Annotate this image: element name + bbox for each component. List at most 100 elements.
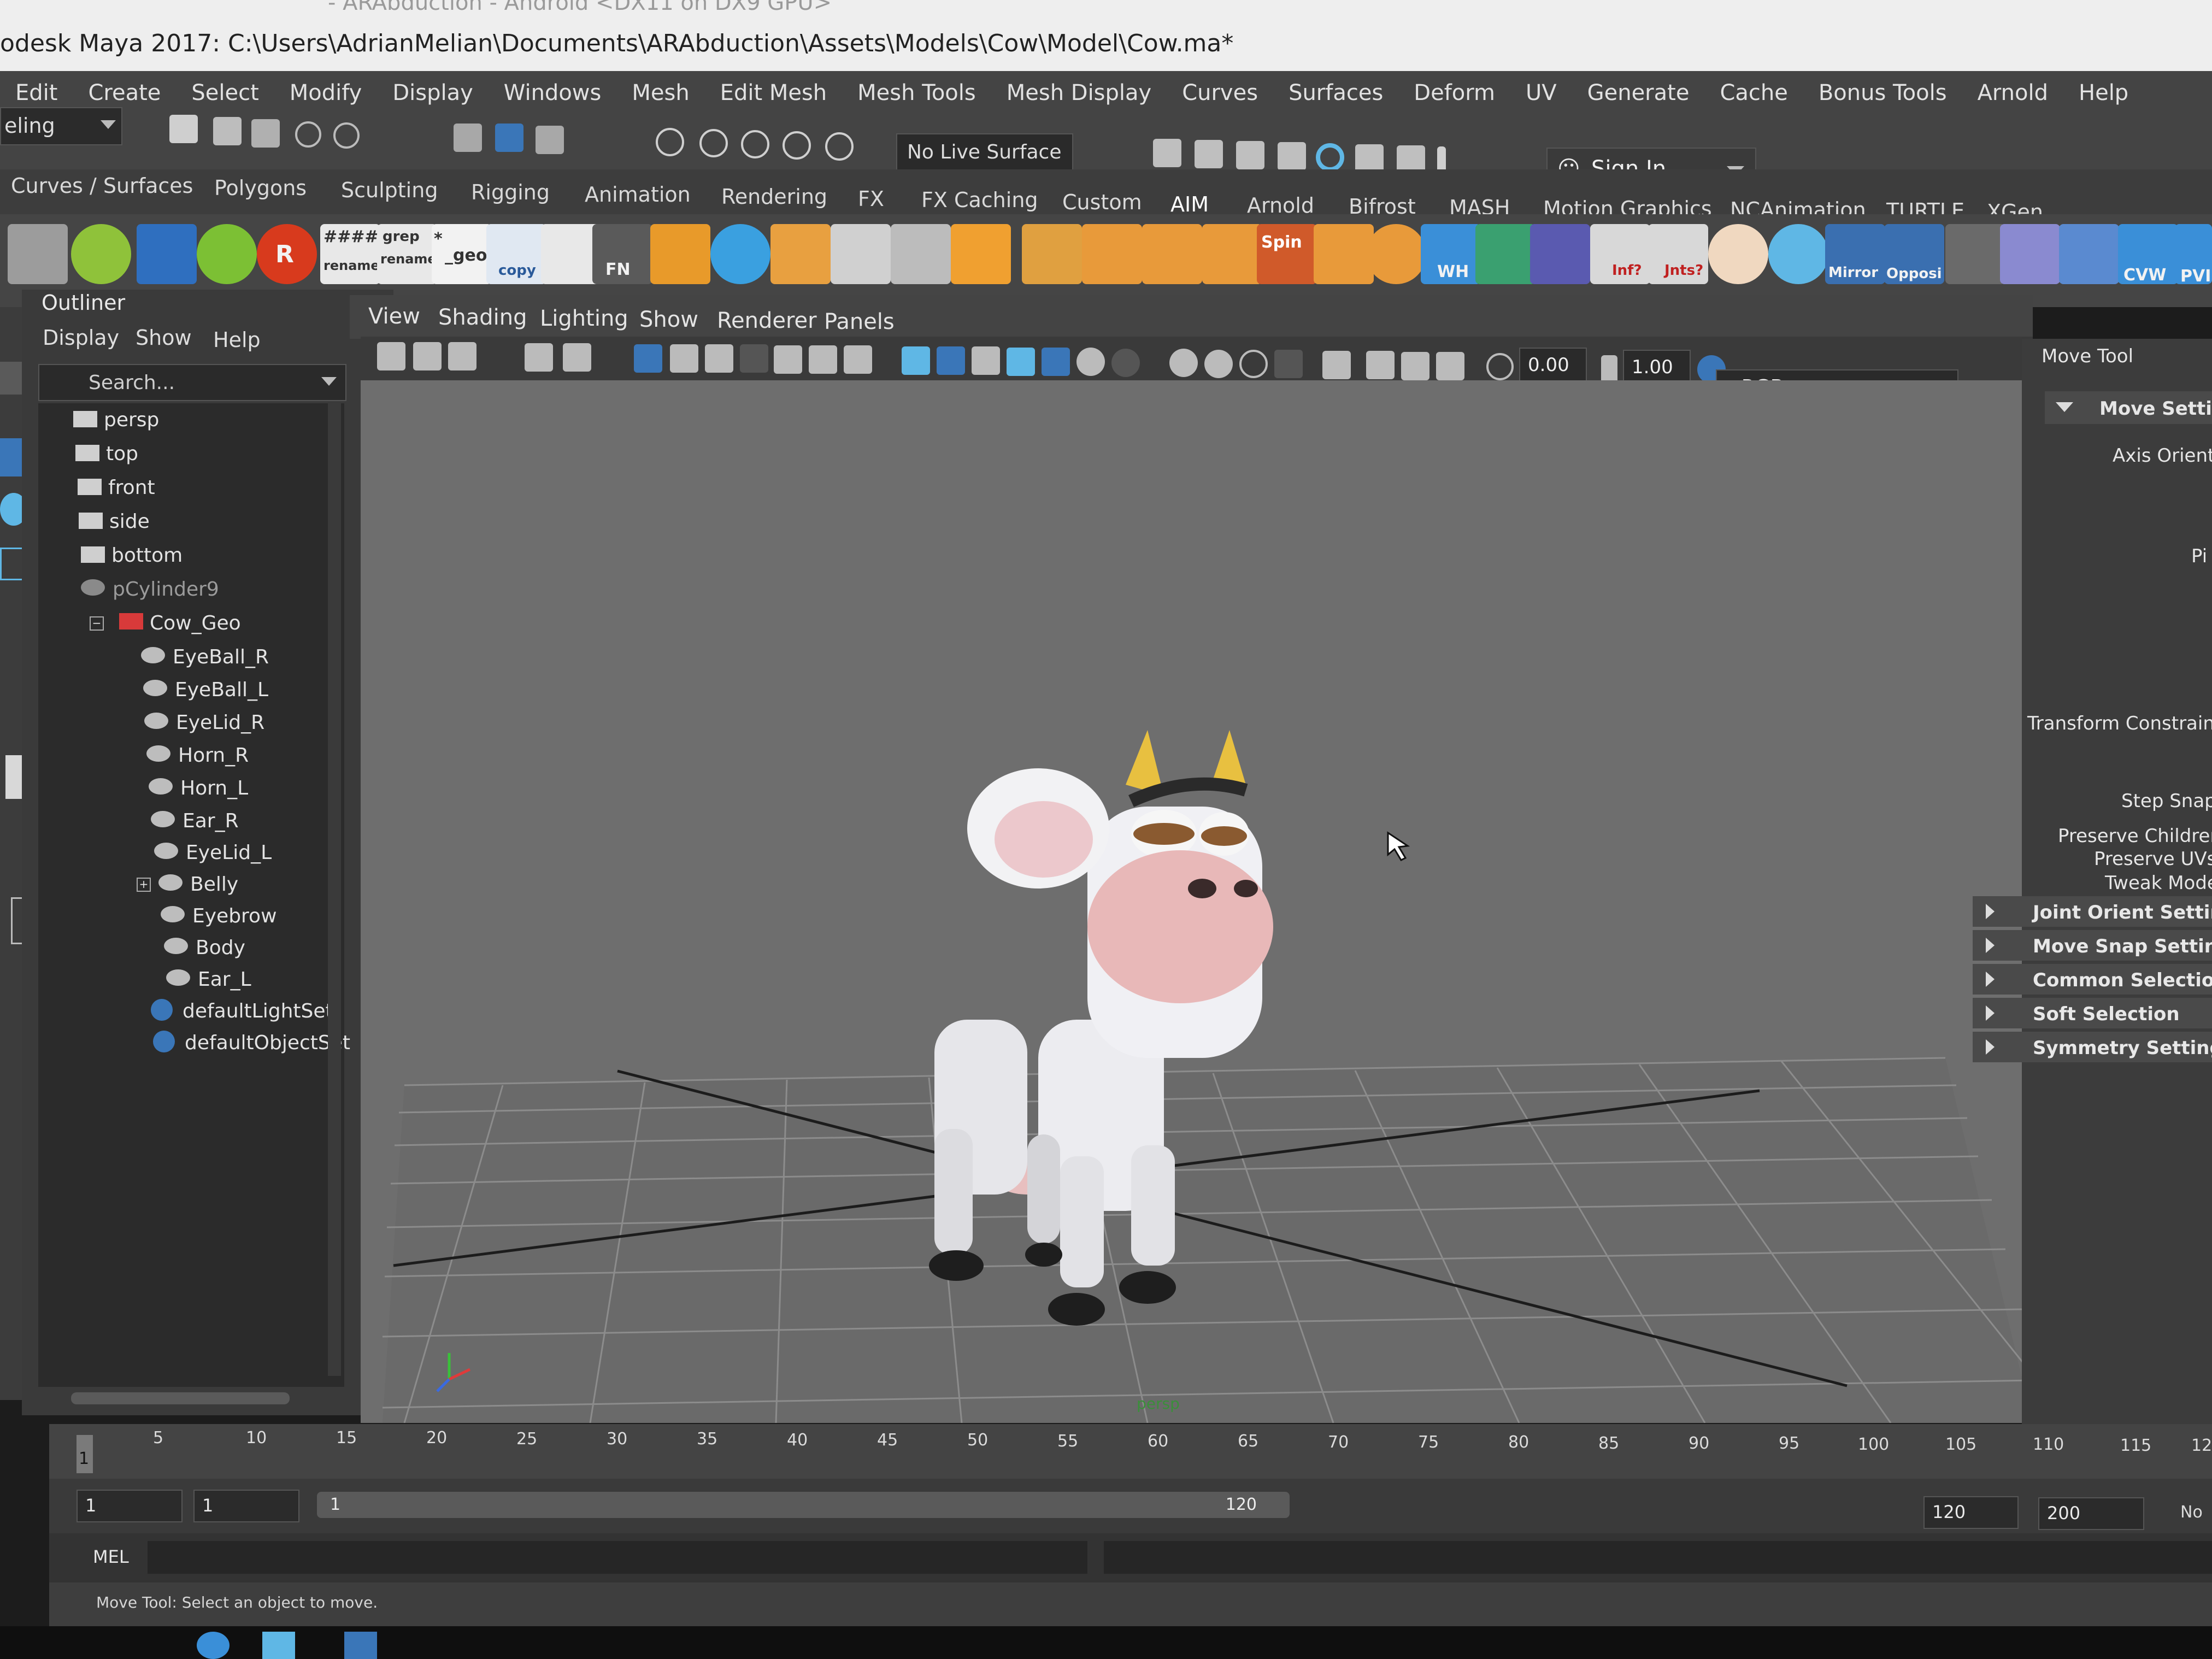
select-camera-icon[interactable]	[377, 342, 405, 370]
command-type-button[interactable]: MEL	[93, 1546, 129, 1567]
soft-selection-frame[interactable]: Soft Selection	[1973, 998, 2212, 1028]
joint-orient-settings-frame[interactable]: Joint Orient Settings	[1973, 896, 2212, 927]
grep-rename-icon[interactable]: grep rename	[377, 224, 437, 284]
outliner-item-bottom[interactable]: bottom	[81, 544, 183, 567]
resolution-gate-icon[interactable]	[705, 344, 733, 373]
scene-start-field[interactable]: 1	[77, 1490, 183, 1522]
cube-icon[interactable]	[951, 224, 1011, 284]
shadows-icon[interactable]	[1111, 349, 1140, 377]
geo-suffix-icon[interactable]: * _geo	[432, 224, 492, 284]
tab-rendering[interactable]: Rendering	[721, 185, 827, 209]
target-icon[interactable]	[1768, 224, 1828, 284]
camera-icon[interactable]	[8, 224, 68, 284]
outliner-item-top[interactable]: top	[75, 443, 138, 465]
menu-cache[interactable]: Cache	[1704, 80, 1803, 105]
maya-taskbar-icon[interactable]	[262, 1632, 295, 1659]
outliner-item-eyeball-r[interactable]: EyeBall_R	[141, 646, 269, 668]
redo-icon[interactable]	[333, 122, 360, 149]
sort-icon[interactable]	[770, 224, 831, 284]
taskbar-app-icon[interactable]	[344, 1632, 377, 1659]
outliner-search-field[interactable]: Search...	[38, 364, 346, 401]
playback-end-field[interactable]: 120	[1923, 1496, 2019, 1529]
wedge-icon[interactable]	[1142, 224, 1202, 284]
outliner-menu-help[interactable]: Help	[213, 328, 261, 352]
skin-icon[interactable]	[1475, 224, 1536, 284]
outliner-item-persp[interactable]: persp	[73, 409, 159, 431]
wheel-icon[interactable]	[1366, 224, 1426, 284]
outliner-item-eyelid-r[interactable]: EyeLid_R	[144, 711, 264, 734]
common-selection-options-frame[interactable]: Common Selection Op	[1973, 964, 2212, 995]
character-icon[interactable]	[1708, 224, 1768, 284]
outliner-item-cow-geo[interactable]: − Cow_Geo	[90, 612, 241, 634]
select-hierarchy-icon[interactable]	[454, 123, 482, 152]
exposure-field[interactable]: 0.00	[1519, 348, 1587, 381]
textured-icon[interactable]	[1042, 348, 1070, 376]
select-object-icon[interactable]	[495, 123, 523, 152]
outliner-menu-display[interactable]: Display	[43, 326, 119, 350]
xray-active-icon[interactable]	[1401, 352, 1429, 380]
time-slider[interactable]: 1 5 10 15 20 25 30 35 40 45 50 55 60 65 …	[49, 1424, 2212, 1479]
outliner-item-side[interactable]: side	[79, 510, 150, 533]
fn-eye-icon[interactable]: FN	[592, 224, 652, 284]
menu-deform[interactable]: Deform	[1398, 80, 1510, 105]
mirror-plane-icon[interactable]	[1530, 224, 1590, 284]
hypershade-icon[interactable]	[1316, 143, 1344, 172]
camera-attributes-icon[interactable]	[413, 342, 442, 370]
outliner-item-pcylinder9[interactable]: pCylinder9	[81, 578, 219, 601]
outliner-item-belly[interactable]: + Belly	[137, 873, 238, 896]
tab-fx[interactable]: FX	[858, 187, 884, 211]
python-icon[interactable]	[1945, 224, 2005, 284]
depth-of-field-icon[interactable]	[1274, 350, 1303, 378]
open-scene-icon[interactable]	[213, 117, 242, 145]
curve-edit-icon[interactable]	[2000, 224, 2060, 284]
axis-icon[interactable]	[2059, 224, 2119, 284]
outliner-menu-show[interactable]: Show	[136, 326, 192, 350]
menu-generate[interactable]: Generate	[1572, 80, 1705, 105]
snap-curve-icon[interactable]	[699, 129, 728, 157]
brush-icon[interactable]	[710, 224, 770, 284]
viewport-menu-shading[interactable]: Shading	[438, 305, 527, 330]
render-view-icon[interactable]	[1355, 144, 1384, 173]
grab-tool-icon[interactable]	[71, 224, 131, 284]
save-scene-icon[interactable]	[251, 119, 280, 148]
bookmark-icon[interactable]	[448, 342, 476, 370]
menu-curves[interactable]: Curves	[1167, 80, 1273, 105]
select-component-icon[interactable]	[536, 126, 564, 154]
outliner-item-eyelid-l[interactable]: EyeLid_L	[154, 842, 272, 864]
tab-rigging[interactable]: Rigging	[471, 180, 550, 204]
smooth-shade-icon[interactable]	[937, 346, 965, 375]
joint-chain-icon[interactable]	[1082, 224, 1142, 284]
default-material-icon[interactable]	[972, 346, 1000, 375]
tab-fx-caching[interactable]: FX Caching	[921, 188, 1038, 212]
menu-surfaces[interactable]: Surfaces	[1273, 80, 1398, 105]
pencil-icon[interactable]	[197, 224, 257, 284]
menu-windows[interactable]: Windows	[489, 80, 617, 105]
snap-grid-icon[interactable]	[656, 128, 684, 156]
outliner-item-defaultlightset[interactable]: defaultLightSet	[151, 999, 333, 1022]
tab-polygons[interactable]: Polygons	[214, 176, 307, 200]
outliner-item-ear-l[interactable]: Ear_L	[166, 968, 251, 991]
viewport-menu-panels[interactable]: Panels	[824, 309, 895, 334]
book-icon[interactable]	[1314, 224, 1374, 284]
move-snap-settings-frame[interactable]: Move Snap Settings	[1973, 930, 2212, 961]
exposure-icon[interactable]	[1486, 353, 1514, 380]
viewport-menu-show[interactable]: Show	[639, 307, 698, 332]
image-plane-icon[interactable]	[525, 343, 553, 372]
2d-pan-icon[interactable]	[563, 343, 591, 372]
viewport-menu-lighting[interactable]: Lighting	[540, 306, 628, 331]
render-frame-icon[interactable]	[1153, 139, 1181, 167]
menu-select[interactable]: Select	[176, 80, 274, 105]
snap-view-icon[interactable]	[783, 131, 811, 160]
gate-mask-icon[interactable]	[740, 344, 768, 373]
frame-icon[interactable]	[891, 224, 951, 284]
menu-help[interactable]: Help	[2063, 80, 2144, 105]
move-settings-header[interactable]: Move Setting	[2045, 391, 2212, 424]
film-gate-icon[interactable]	[670, 344, 698, 373]
gamma-icon[interactable]	[1601, 355, 1617, 384]
scene-end-field[interactable]: 200	[2038, 1497, 2144, 1530]
align-icon[interactable]	[831, 224, 891, 284]
grid-icon[interactable]	[650, 224, 710, 284]
menu-display[interactable]: Display	[377, 80, 488, 105]
mirror-icon[interactable]: Mirror	[1825, 224, 1885, 284]
locator-x-icon[interactable]	[1022, 224, 1082, 284]
